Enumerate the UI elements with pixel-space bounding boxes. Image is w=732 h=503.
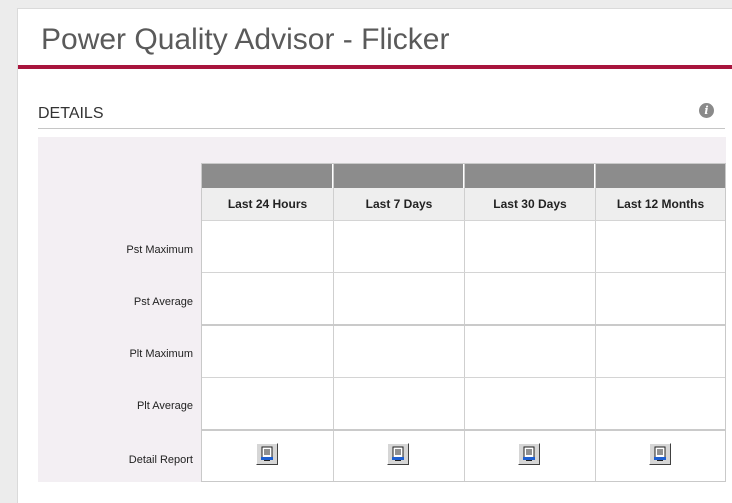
column-header-bar <box>596 164 725 188</box>
details-divider <box>38 128 725 129</box>
column-divider <box>464 164 465 481</box>
report-document-icon <box>261 446 273 461</box>
detail-report-button-last-30-days[interactable] <box>518 443 540 465</box>
detail-report-button-last-7-days[interactable] <box>387 443 409 465</box>
title-divider <box>18 65 732 69</box>
page-title: Power Quality Advisor - Flicker <box>41 23 450 56</box>
column-header-bar <box>334 164 463 188</box>
column-header-bar <box>465 164 594 188</box>
row-divider <box>202 324 725 326</box>
detail-report-button-last-12-months[interactable] <box>649 443 671 465</box>
detail-report-button-last-24-hours[interactable] <box>256 443 278 465</box>
column-divider <box>595 164 596 481</box>
row-label-pst-maximum: Pst Maximum <box>126 244 193 256</box>
report-document-icon <box>654 446 666 461</box>
column-header-last-30-days: Last 30 Days <box>465 188 595 220</box>
main-panel: Power Quality Advisor - Flicker DETAILS … <box>17 8 732 503</box>
row-divider <box>202 429 725 431</box>
report-document-icon <box>392 446 404 461</box>
row-label-pst-average: Pst Average <box>133 296 193 308</box>
details-table-container: Pst Maximum Pst Average Plt Maximum Plt … <box>38 137 726 482</box>
info-icon[interactable]: i <box>699 103 714 118</box>
column-divider <box>333 164 334 481</box>
details-heading: DETAILS <box>38 105 104 122</box>
column-header-last-12-months: Last 12 Months <box>596 188 725 220</box>
column-header-last-24-hours: Last 24 Hours <box>202 188 333 220</box>
column-header-bar <box>202 164 332 188</box>
row-divider <box>202 377 725 378</box>
report-document-icon <box>523 446 535 461</box>
row-label-detail-report: Detail Report <box>128 454 193 466</box>
details-grid: Last 24 Hours Last 7 Days Last 30 Days L… <box>201 163 726 482</box>
row-divider <box>202 220 725 221</box>
row-divider <box>202 272 725 273</box>
column-header-last-7-days: Last 7 Days <box>334 188 464 220</box>
row-label-plt-average: Plt Average <box>136 400 193 412</box>
row-label-plt-maximum: Plt Maximum <box>129 348 193 360</box>
